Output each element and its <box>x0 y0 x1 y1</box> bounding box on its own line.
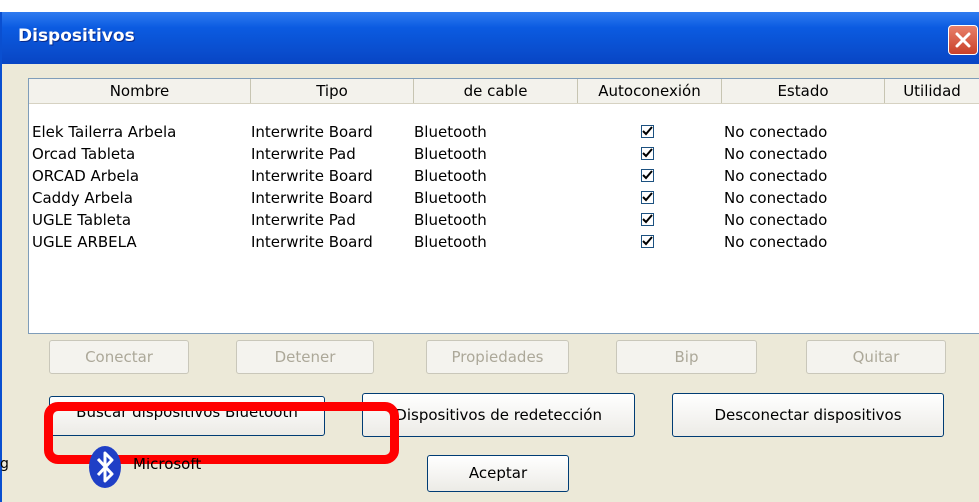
column-header-utilidad[interactable]: Utilidad <box>885 79 979 103</box>
bluetooth-icon <box>89 446 121 488</box>
checkmark-icon <box>642 170 653 180</box>
device-type: Interwrite Board <box>251 167 373 185</box>
device-name: UGLE ARBELA <box>32 233 137 251</box>
table-row[interactable]: Elek Tailerra Arbela Interwrite Board Bl… <box>29 121 979 143</box>
disconnect-devices-button[interactable]: Desconectar dispositivos <box>672 393 944 437</box>
beep-button[interactable]: Bip <box>616 340 757 374</box>
microsoft-label: Microsoft <box>133 458 202 470</box>
checkmark-icon <box>642 192 653 202</box>
table-row[interactable]: ORCAD Arbela Interwrite Board Bluetooth … <box>29 165 979 187</box>
device-type: Interwrite Pad <box>251 145 356 163</box>
device-status: No conectado <box>724 145 828 163</box>
window-title: Dispositivos <box>18 26 135 46</box>
autoconnect-checkbox[interactable] <box>641 235 654 248</box>
remove-button[interactable]: Quitar <box>806 340 946 374</box>
checkmark-icon <box>642 236 653 246</box>
autoconnect-checkbox[interactable] <box>641 125 654 138</box>
table-row[interactable]: Caddy Arbela Interwrite Board Bluetooth … <box>29 187 979 209</box>
column-header-nombre[interactable]: Nombre <box>29 79 251 103</box>
checkmark-icon <box>642 126 653 136</box>
autoconnect-checkbox[interactable] <box>641 169 654 182</box>
device-name: Elek Tailerra Arbela <box>32 123 177 141</box>
device-type: Interwrite Pad <box>251 211 356 229</box>
device-status: No conectado <box>724 233 828 251</box>
accept-button[interactable]: Aceptar <box>427 455 569 492</box>
title-bar[interactable]: Dispositivos <box>2 12 979 64</box>
device-type: Interwrite Board <box>251 189 373 207</box>
column-header-cable[interactable]: de cable <box>414 79 578 103</box>
device-status: No conectado <box>724 167 828 185</box>
device-type: Interwrite Board <box>251 233 373 251</box>
close-icon <box>955 32 971 48</box>
device-status: No conectado <box>724 123 828 141</box>
device-type: Interwrite Board <box>251 123 373 141</box>
table-row[interactable]: UGLE ARBELA Interwrite Board Bluetooth N… <box>29 231 979 253</box>
edge-fragment: g <box>0 456 9 472</box>
list-header: Nombre Tipo de cable Autoconexión Estado… <box>29 79 979 104</box>
autoconnect-checkbox[interactable] <box>641 191 654 204</box>
column-header-autoconexion[interactable]: Autoconexión <box>578 79 722 103</box>
device-status: No conectado <box>724 211 828 229</box>
table-row[interactable]: Orcad Tableta Interwrite Pad Bluetooth N… <box>29 143 979 165</box>
device-connection: Bluetooth <box>414 123 487 141</box>
device-status: No conectado <box>724 189 828 207</box>
device-name: ORCAD Arbela <box>32 167 140 185</box>
checkmark-icon <box>642 214 653 224</box>
device-connection: Bluetooth <box>414 233 487 251</box>
device-connection: Bluetooth <box>414 145 487 163</box>
close-button[interactable] <box>948 25 978 55</box>
column-header-tipo[interactable]: Tipo <box>251 79 414 103</box>
stop-button[interactable]: Detener <box>236 340 374 374</box>
column-header-estado[interactable]: Estado <box>722 79 885 103</box>
autoconnect-checkbox[interactable] <box>641 213 654 226</box>
device-connection: Bluetooth <box>414 211 487 229</box>
properties-button[interactable]: Propiedades <box>426 340 569 374</box>
autoconnect-checkbox[interactable] <box>641 147 654 160</box>
device-connection: Bluetooth <box>414 167 487 185</box>
device-name: Caddy Arbela <box>32 189 133 207</box>
connect-button[interactable]: Conectar <box>49 340 189 374</box>
device-connection: Bluetooth <box>414 189 487 207</box>
device-name: Orcad Tableta <box>32 145 136 163</box>
device-name: UGLE Tableta <box>32 211 132 229</box>
table-row[interactable]: UGLE Tableta Interwrite Pad Bluetooth No… <box>29 209 979 231</box>
redetect-devices-button[interactable]: Dispositivos de redetección <box>362 393 635 437</box>
checkmark-icon <box>642 148 653 158</box>
devices-list[interactable]: Nombre Tipo de cable Autoconexión Estado… <box>28 78 979 334</box>
